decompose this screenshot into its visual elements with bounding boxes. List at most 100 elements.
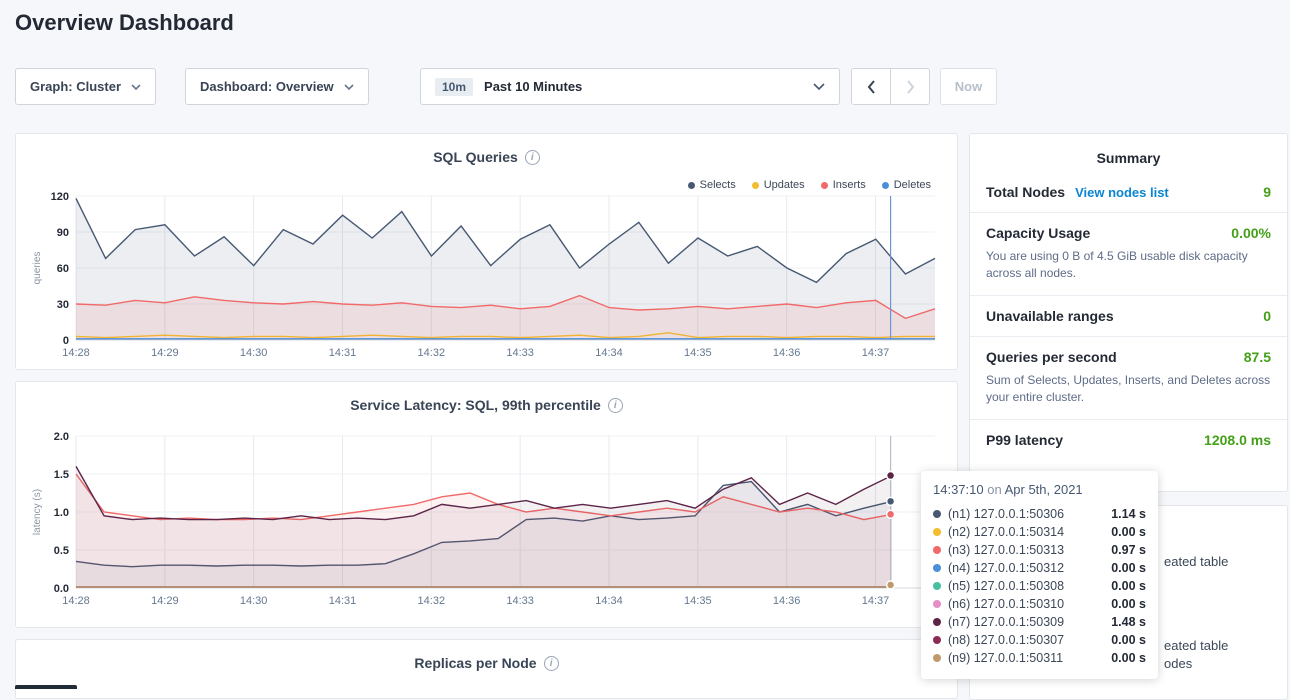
node-value: 0.97 s bbox=[1111, 543, 1146, 557]
svg-text:queries: queries bbox=[32, 252, 43, 285]
svg-text:14:30: 14:30 bbox=[240, 347, 268, 359]
dashboard-dropdown-label: Dashboard: Overview bbox=[200, 79, 334, 94]
svg-text:14:34: 14:34 bbox=[595, 347, 623, 359]
svg-text:14:29: 14:29 bbox=[151, 347, 179, 359]
summary-value: 9 bbox=[1263, 184, 1271, 200]
svg-text:2.0: 2.0 bbox=[54, 431, 69, 443]
svg-text:14:35: 14:35 bbox=[684, 595, 712, 607]
time-range-label: Past 10 Minutes bbox=[484, 79, 813, 94]
tooltip-timestamp: 14:37:10 on Apr 5th, 2021 bbox=[933, 482, 1146, 497]
summary-title: Summary bbox=[970, 150, 1287, 166]
tooltip-row: (n7) 127.0.0.1:503091.48 s bbox=[933, 613, 1146, 631]
tooltip-row: (n1) 127.0.0.1:503061.14 s bbox=[933, 505, 1146, 523]
clipped-dark-element bbox=[15, 685, 77, 689]
chart-title: Service Latency: SQL, 99th percentile bbox=[350, 397, 601, 413]
summary-description: Sum of Selects, Updates, Inserts, and De… bbox=[986, 372, 1271, 407]
svg-text:14:37: 14:37 bbox=[862, 595, 890, 607]
node-value: 0.00 s bbox=[1111, 651, 1146, 665]
node-label: (n7) 127.0.0.1:50309 bbox=[948, 615, 1064, 629]
svg-text:14:31: 14:31 bbox=[329, 347, 357, 359]
svg-text:14:32: 14:32 bbox=[418, 347, 446, 359]
node-dot-icon bbox=[933, 528, 941, 536]
time-next-button[interactable] bbox=[890, 68, 930, 105]
node-label: (n5) 127.0.0.1:50308 bbox=[948, 579, 1064, 593]
node-dot-icon bbox=[933, 564, 941, 572]
dashboard-dropdown[interactable]: Dashboard: Overview bbox=[185, 68, 369, 105]
node-dot-icon bbox=[933, 510, 941, 518]
deletes-dot-icon bbox=[882, 182, 889, 189]
svg-text:120: 120 bbox=[51, 191, 69, 203]
svg-text:14:29: 14:29 bbox=[151, 595, 179, 607]
svg-text:14:30: 14:30 bbox=[240, 595, 268, 607]
graph-dropdown[interactable]: Graph: Cluster bbox=[15, 68, 156, 105]
svg-text:14:33: 14:33 bbox=[506, 595, 534, 607]
svg-text:14:32: 14:32 bbox=[418, 595, 446, 607]
sql-queries-card: SQL Queries i Selects Updates Inserts De… bbox=[15, 133, 958, 370]
tooltip-date: Apr 5th, 2021 bbox=[1005, 482, 1083, 497]
svg-text:14:33: 14:33 bbox=[506, 347, 534, 359]
event-text-fragment: eated table bbox=[1164, 554, 1228, 569]
tooltip-row: (n6) 127.0.0.1:50310 0.00 s bbox=[933, 595, 1146, 613]
node-dot-icon bbox=[933, 582, 941, 590]
inserts-dot-icon bbox=[821, 182, 828, 189]
chart-hover-tooltip: 14:37:10 on Apr 5th, 2021 (n1) 127.0.0.1… bbox=[921, 471, 1158, 679]
svg-text:1.5: 1.5 bbox=[54, 469, 69, 481]
summary-row-unavailable-ranges: Unavailable ranges 0 bbox=[970, 295, 1287, 336]
node-label: (n1) 127.0.0.1:50306 bbox=[948, 507, 1064, 521]
tooltip-row: (n2) 127.0.0.1:503140.00 s bbox=[933, 523, 1146, 541]
sql-queries-chart[interactable]: 14:28 14:29 14:30 14:31 14:32 14:33 14:34 14:35… bbox=[26, 190, 947, 360]
node-label: (n6) 127.0.0.1:50310 bbox=[948, 597, 1064, 611]
chevron-right-icon bbox=[906, 80, 915, 94]
chevron-down-icon bbox=[131, 84, 141, 90]
tooltip-row: (n4) 127.0.0.1:503120.00 s bbox=[933, 559, 1146, 577]
node-dot-icon bbox=[933, 636, 941, 644]
tooltip-row: (n3) 127.0.0.1:50313 0.97 s bbox=[933, 541, 1146, 559]
summary-value: 0.00% bbox=[1231, 225, 1271, 241]
node-value: 0.00 s bbox=[1111, 597, 1146, 611]
chevron-down-icon bbox=[344, 84, 354, 90]
updates-dot-icon bbox=[752, 182, 759, 189]
svg-text:0.0: 0.0 bbox=[54, 583, 69, 595]
svg-text:14:35: 14:35 bbox=[684, 347, 712, 359]
node-label: (n8) 127.0.0.1:50307 bbox=[948, 633, 1064, 647]
svg-text:14:34: 14:34 bbox=[595, 595, 623, 607]
chevron-left-icon bbox=[867, 80, 876, 94]
chart-header: SQL Queries i bbox=[16, 149, 957, 165]
svg-text:90: 90 bbox=[57, 227, 69, 239]
summary-label: Capacity Usage bbox=[986, 225, 1090, 241]
summary-row-total-nodes: Total Nodes View nodes list 9 bbox=[970, 172, 1287, 212]
info-icon[interactable]: i bbox=[608, 398, 623, 413]
summary-row-queries-per-second: Queries per second 87.5 Sum of Selects, … bbox=[970, 336, 1287, 419]
tooltip-row: (n5) 127.0.0.1:503080.00 s bbox=[933, 577, 1146, 595]
info-icon[interactable]: i bbox=[544, 656, 559, 671]
event-text-fragment: odes bbox=[1164, 656, 1192, 671]
time-range-badge: 10m bbox=[435, 78, 473, 96]
event-text-fragment: eated table bbox=[1164, 638, 1228, 653]
tooltip-time: 14:37:10 bbox=[933, 482, 984, 497]
svg-text:60: 60 bbox=[57, 263, 69, 275]
svg-text:14:37: 14:37 bbox=[862, 347, 890, 359]
node-dot-icon bbox=[933, 546, 941, 554]
chart-title: Replicas per Node bbox=[414, 655, 536, 671]
tooltip-row: (n8) 127.0.0.1:503070.00 s bbox=[933, 631, 1146, 649]
node-dot-icon bbox=[933, 654, 941, 662]
service-latency-chart[interactable]: 14:2814:2914:3014:3114:3214:3314:3414:35… bbox=[26, 430, 947, 608]
summary-label: Unavailable ranges bbox=[986, 308, 1114, 324]
now-button[interactable]: Now bbox=[940, 68, 997, 105]
info-icon[interactable]: i bbox=[525, 150, 540, 165]
summary-value: 87.5 bbox=[1244, 349, 1271, 365]
node-value: 0.00 s bbox=[1111, 525, 1146, 539]
node-label: (n3) 127.0.0.1:50313 bbox=[948, 543, 1064, 557]
svg-text:latency (s): latency (s) bbox=[32, 489, 43, 535]
summary-label: Total Nodes bbox=[986, 184, 1065, 200]
page-title: Overview Dashboard bbox=[15, 10, 234, 36]
time-prev-button[interactable] bbox=[851, 68, 891, 105]
svg-text:14:28: 14:28 bbox=[62, 347, 90, 359]
svg-text:1.0: 1.0 bbox=[54, 507, 69, 519]
svg-text:30: 30 bbox=[57, 299, 69, 311]
summary-description: You are using 0 B of 4.5 GiB usable disk… bbox=[986, 248, 1271, 283]
view-nodes-list-link[interactable]: View nodes list bbox=[1075, 185, 1169, 200]
time-range-dropdown[interactable]: 10m Past 10 Minutes bbox=[420, 68, 840, 105]
svg-text:0.5: 0.5 bbox=[54, 545, 69, 557]
node-dot-icon bbox=[933, 600, 941, 608]
